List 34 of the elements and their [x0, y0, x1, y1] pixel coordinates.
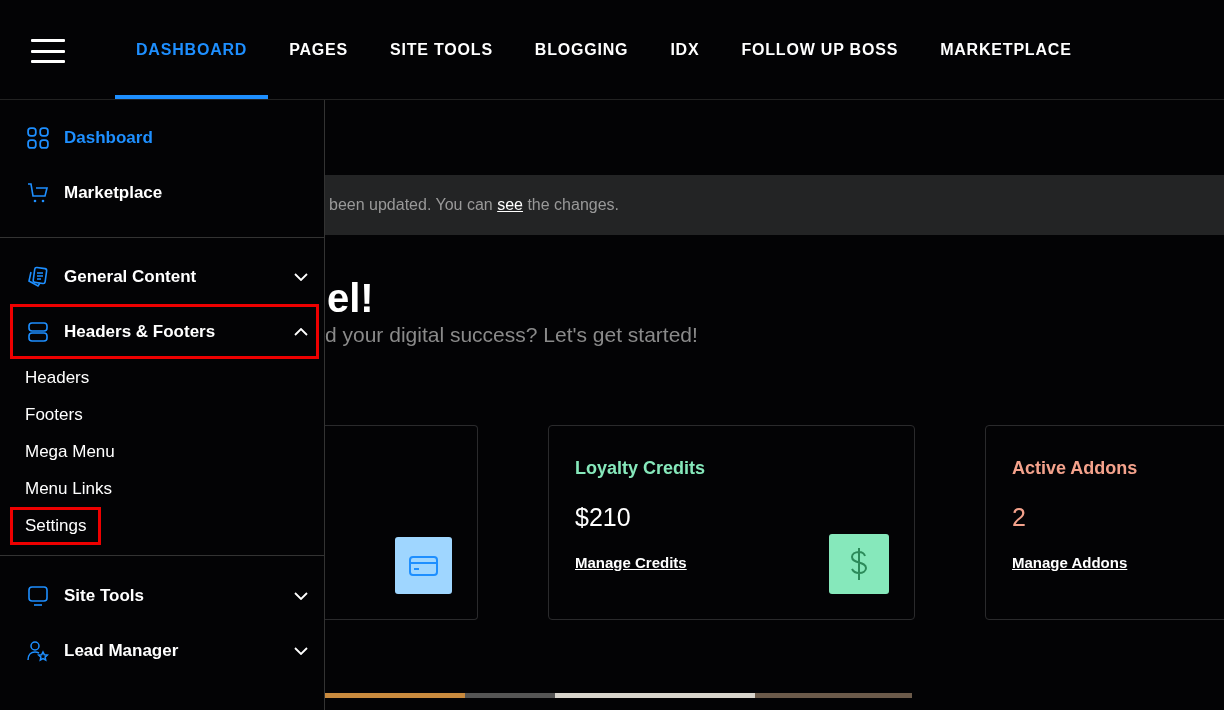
nav-tab[interactable]: MARKETPLACE: [919, 0, 1093, 99]
sidebar-item[interactable]: Lead Manager: [13, 626, 316, 675]
submenu-item[interactable]: Headers: [10, 359, 105, 397]
layout-icon: [27, 320, 49, 343]
welcome-heading: el!: [327, 275, 374, 321]
submenu-item[interactable]: Mega Menu: [10, 433, 130, 471]
nav-tab[interactable]: IDX: [649, 0, 721, 99]
card-link[interactable]: Manage Credits: [575, 554, 687, 571]
welcome-subtitle: d your digital success? Let's get started!: [325, 323, 699, 347]
sidebar-item[interactable]: General Content: [13, 252, 316, 301]
nav-tab[interactable]: FOLLOW UP BOSS: [720, 0, 920, 99]
card-value: 2: [1012, 503, 1027, 532]
submenu-item[interactable]: Settings: [10, 507, 102, 545]
card-title: Active Addons: [1012, 458, 1139, 479]
sidebar-item[interactable]: Site Tools: [13, 571, 316, 620]
card-title: Loyalty Credits: [575, 458, 707, 479]
card-link[interactable]: Manage Addons: [1012, 554, 1128, 571]
nav-tab[interactable]: PAGES: [268, 0, 370, 99]
documents-icon: [27, 265, 49, 288]
nav-tab[interactable]: BLOGGING: [513, 0, 650, 99]
card-value: $210: [575, 503, 632, 532]
sidebar-item[interactable]: Headers & Footers: [13, 307, 316, 356]
submenu-item[interactable]: Menu Links: [10, 470, 127, 508]
sidebar-item[interactable]: Dashboard: [13, 113, 316, 162]
notice-text: been updated. You can see the changes.: [329, 196, 620, 214]
menu-icon[interactable]: [31, 39, 65, 63]
grid-icon: [27, 126, 49, 149]
nav-tab[interactable]: SITE TOOLS: [369, 0, 514, 99]
submenu-item[interactable]: Footers: [10, 396, 98, 434]
sidebar-item[interactable]: Marketplace: [13, 168, 316, 217]
user-star-icon: [27, 639, 49, 662]
monitor-icon: [27, 584, 49, 607]
cart-icon: [27, 181, 49, 204]
see-link[interactable]: see: [497, 196, 523, 213]
